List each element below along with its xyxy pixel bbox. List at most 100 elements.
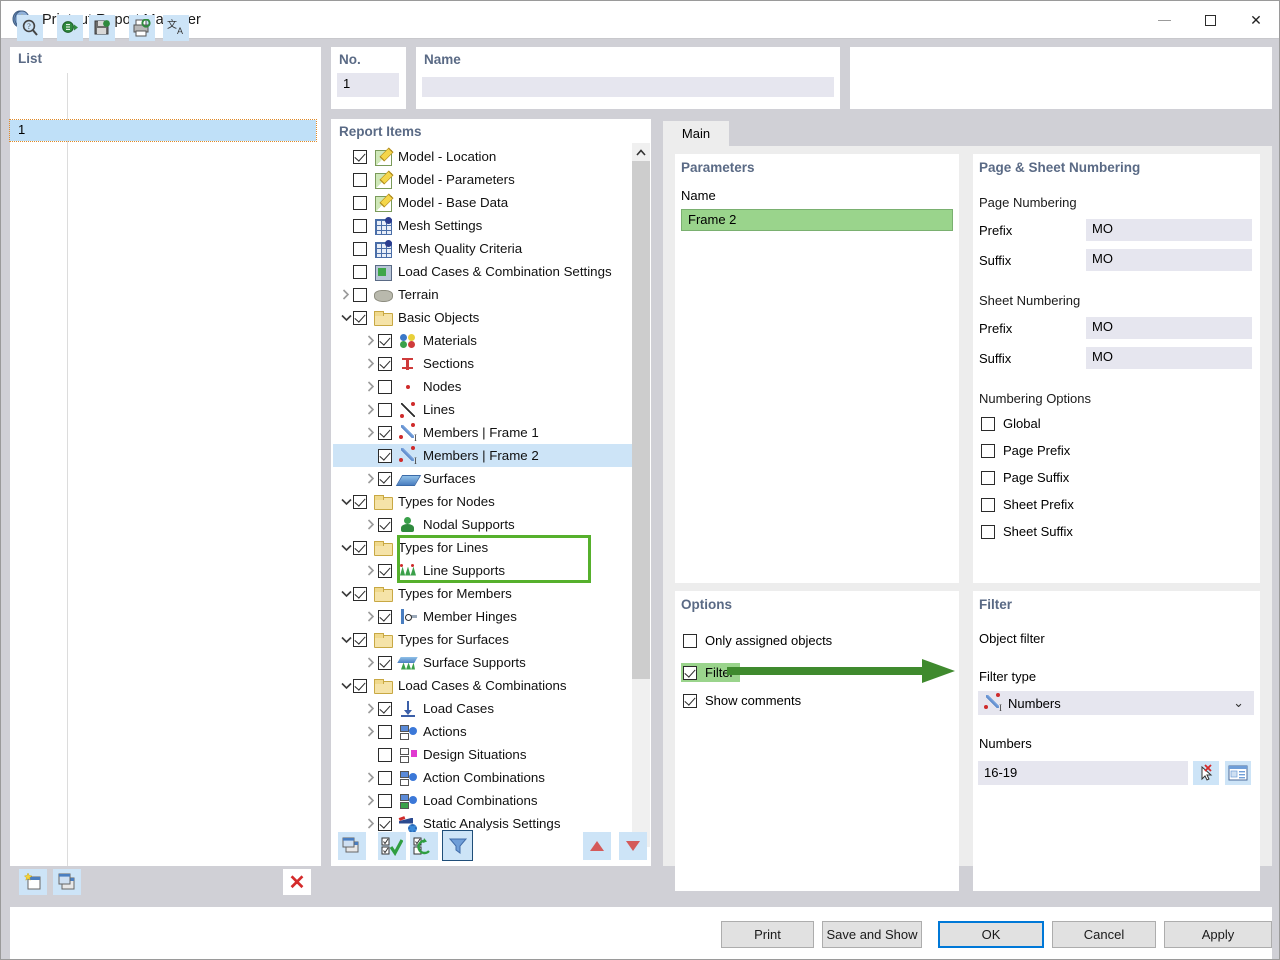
tree-item-checkbox[interactable] <box>378 379 392 394</box>
scrollbar-thumb[interactable] <box>632 161 650 679</box>
tree-item-checkbox[interactable] <box>378 333 392 348</box>
filter-type-select[interactable]: I Numbers ⌄ <box>978 691 1254 715</box>
scroll-up-arrow-icon[interactable] <box>632 143 650 161</box>
tree-item-checkbox[interactable] <box>378 563 392 578</box>
tree-item-checkbox[interactable] <box>378 517 392 532</box>
tree-row[interactable]: Model - Parameters <box>333 168 649 191</box>
new-report-item-icon[interactable] <box>338 832 366 860</box>
tree-row[interactable]: Load Combinations <box>333 789 649 812</box>
tree-item-checkbox[interactable] <box>378 770 392 785</box>
tree-row[interactable]: Surface Supports <box>333 651 649 674</box>
option-row[interactable]: Show comments <box>683 693 801 708</box>
save-and-show-button[interactable]: Save and Show <box>822 921 922 948</box>
tree-row[interactable]: Actions <box>333 720 649 743</box>
chevron-right-icon[interactable] <box>364 789 378 812</box>
info-icon[interactable] <box>57 15 83 41</box>
chevron-down-icon[interactable] <box>339 490 353 513</box>
parameters-name-value[interactable]: Frame 2 <box>681 209 953 231</box>
tree-row[interactable]: Nodes <box>333 375 649 398</box>
numbering-option-row[interactable]: Sheet Prefix <box>981 497 1074 512</box>
filter-funnel-icon[interactable] <box>442 830 473 861</box>
ok-button[interactable]: OK <box>938 921 1044 948</box>
tree-item-checkbox[interactable] <box>353 586 367 601</box>
numbering-option-checkbox[interactable] <box>981 497 995 512</box>
tree-item-checkbox[interactable] <box>378 793 392 808</box>
chevron-right-icon[interactable] <box>339 283 353 306</box>
chevron-down-icon[interactable] <box>339 628 353 651</box>
tree-row[interactable]: Terrain <box>333 283 649 306</box>
maximize-button[interactable] <box>1187 1 1233 39</box>
print-setup-icon[interactable] <box>129 15 155 41</box>
invert-selection-icon[interactable] <box>410 832 438 860</box>
tab-main[interactable]: Main <box>663 121 729 146</box>
close-button[interactable]: ✕ <box>1233 1 1279 39</box>
chevron-right-icon[interactable] <box>364 720 378 743</box>
tree-row[interactable]: Types for Surfaces <box>333 628 649 651</box>
option-checkbox[interactable] <box>683 693 697 708</box>
print-button[interactable]: Print <box>721 921 814 948</box>
chevron-down-icon[interactable] <box>339 582 353 605</box>
apply-button[interactable]: Apply <box>1164 921 1272 948</box>
chevron-down-icon[interactable]: ⌄ <box>1233 695 1244 711</box>
numbers-input[interactable]: 16-19 <box>978 761 1188 785</box>
tree-row[interactable]: Model - Base Data <box>333 191 649 214</box>
tree-row[interactable]: Model - Location <box>333 145 649 168</box>
chevron-right-icon[interactable] <box>364 375 378 398</box>
page-suffix-field[interactable]: MO <box>1086 249 1252 271</box>
sheet-suffix-field[interactable]: MO <box>1086 347 1252 369</box>
cancel-button[interactable]: Cancel <box>1052 921 1156 948</box>
help-icon[interactable]: ? <box>17 15 43 41</box>
numbering-option-checkbox[interactable] <box>981 443 995 458</box>
page-prefix-field[interactable]: MO <box>1086 219 1252 241</box>
chevron-down-icon[interactable] <box>339 536 353 559</box>
delete-icon[interactable]: ✕ <box>283 869 311 895</box>
numbering-option-row[interactable]: Sheet Suffix <box>981 524 1073 539</box>
tree-row[interactable]: Nodal Supports <box>333 513 649 536</box>
tree-item-checkbox[interactable] <box>353 264 367 279</box>
numbering-option-row[interactable]: Page Prefix <box>981 443 1070 458</box>
chevron-right-icon[interactable] <box>364 352 378 375</box>
list-item[interactable]: 1 <box>9 119 317 142</box>
tree-row[interactable]: Lines <box>333 398 649 421</box>
open-dialog-icon[interactable] <box>1225 761 1251 785</box>
tree-item-checkbox[interactable] <box>353 310 367 325</box>
chevron-right-icon[interactable] <box>364 697 378 720</box>
tree-row[interactable]: Basic Objects <box>333 306 649 329</box>
tree-item-checkbox[interactable] <box>378 471 392 486</box>
tree-row[interactable]: Types for Lines <box>333 536 649 559</box>
tree-row[interactable]: Surfaces <box>333 467 649 490</box>
name-input[interactable] <box>422 77 834 97</box>
numbering-option-checkbox[interactable] <box>981 416 995 431</box>
tree-item-checkbox[interactable] <box>353 172 367 187</box>
tree-item-checkbox[interactable] <box>378 655 392 670</box>
numbering-option-row[interactable]: Global <box>981 416 1041 431</box>
tree-item-checkbox[interactable] <box>353 218 367 233</box>
tree-row[interactable]: Materials <box>333 329 649 352</box>
numbering-option-row[interactable]: Page Suffix <box>981 470 1069 485</box>
chevron-down-icon[interactable] <box>339 674 353 697</box>
save-icon[interactable] <box>89 15 115 41</box>
minimize-button[interactable] <box>1141 1 1187 39</box>
no-field[interactable]: 1 <box>337 73 399 97</box>
tree-item-checkbox[interactable] <box>378 402 392 417</box>
language-icon[interactable]: 文 A <box>163 15 189 41</box>
chevron-down-icon[interactable] <box>339 306 353 329</box>
tree-item-checkbox[interactable] <box>378 701 392 716</box>
tree-row[interactable]: Types for Nodes <box>333 490 649 513</box>
copy-list-item-icon[interactable] <box>53 869 81 895</box>
move-up-icon[interactable] <box>583 832 611 860</box>
new-list-item-icon[interactable] <box>19 869 47 895</box>
tree-row[interactable]: Action Combinations <box>333 766 649 789</box>
tree-row[interactable]: Types for Members <box>333 582 649 605</box>
tree-item-checkbox[interactable] <box>378 425 392 440</box>
tree-item-checkbox[interactable] <box>353 540 367 555</box>
tree-row[interactable]: Load Cases & Combination Settings <box>333 260 649 283</box>
tree-item-checkbox[interactable] <box>378 747 392 762</box>
tree-item-checkbox[interactable] <box>353 149 367 164</box>
tree-row[interactable]: Mesh Quality Criteria <box>333 237 649 260</box>
chevron-right-icon[interactable] <box>364 421 378 444</box>
numbering-option-checkbox[interactable] <box>981 470 995 485</box>
select-all-icon[interactable] <box>378 832 406 860</box>
tree-row[interactable]: Mesh Settings <box>333 214 649 237</box>
tree-row[interactable]: Design Situations <box>333 743 649 766</box>
